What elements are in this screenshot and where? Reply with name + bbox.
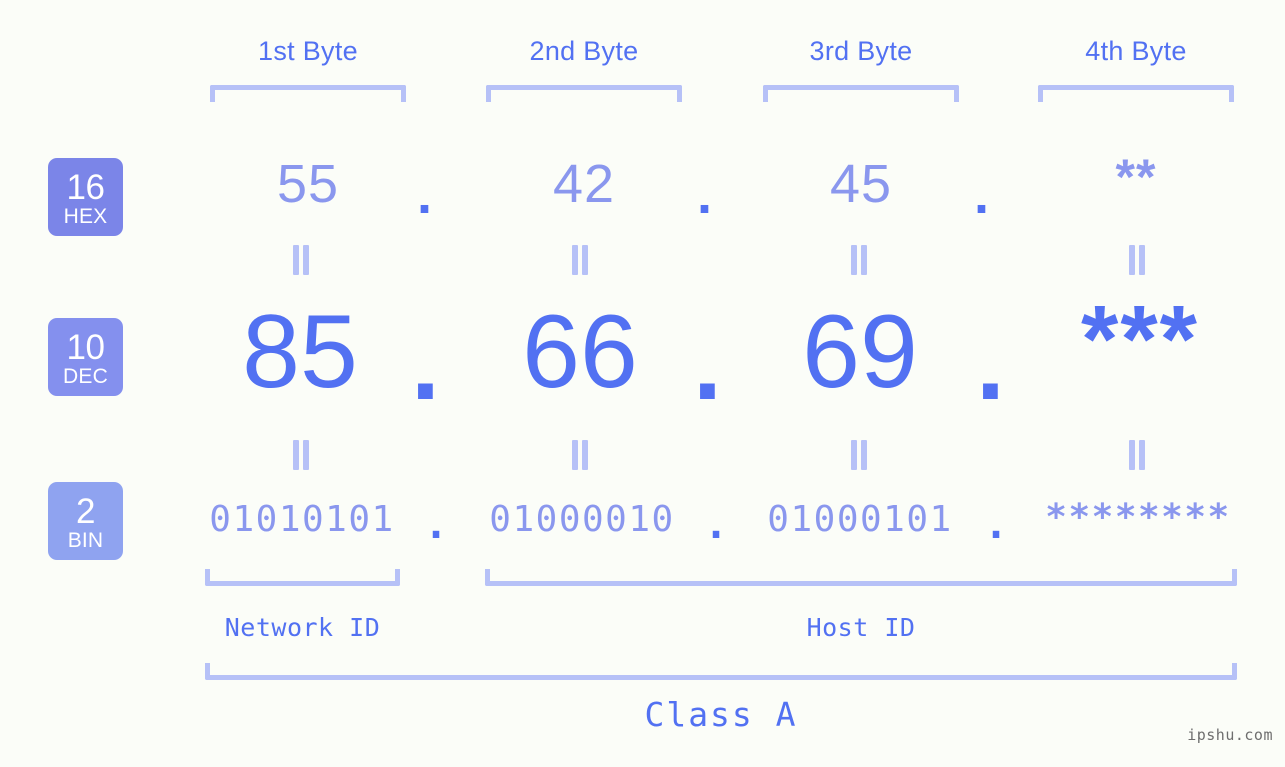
bin-separator-1: . <box>424 502 449 548</box>
base-badge-hex-number: 16 <box>66 167 105 207</box>
hex-separator-2: . <box>697 165 713 225</box>
base-badge-bin-number: 2 <box>76 491 95 531</box>
base-badge-hex-name: HEX <box>63 204 108 228</box>
byte-header-label-1: 1st Byte <box>258 36 358 66</box>
byte-header-label-2: 2nd Byte <box>529 36 639 66</box>
bin-octet-1: 01010101 <box>209 499 395 540</box>
base-badge-bin-name: BIN <box>67 528 104 552</box>
network-id-label: Network ID <box>224 613 381 642</box>
base-badge-dec-number: 10 <box>66 327 105 367</box>
base-badge-dec-name: DEC <box>63 364 108 388</box>
hex-octet-4: ** <box>1115 149 1157 205</box>
hex-octet-3: 45 <box>829 154 893 214</box>
equals-marker-hex-dec-4 <box>1128 245 1146 275</box>
base-badge-hex: 16 HEX <box>48 158 123 236</box>
byte-header-label-4: 4th Byte <box>1085 36 1187 66</box>
dec-separator-3: . <box>976 306 1005 422</box>
dec-octet-1: 85 <box>242 294 358 410</box>
equals-marker-dec-bin-1 <box>292 440 310 470</box>
equals-marker-dec-bin-3 <box>850 440 868 470</box>
byte-header-label-3: 3rd Byte <box>809 36 913 66</box>
hex-separator-3: . <box>974 165 990 225</box>
bin-separator-3: . <box>984 502 1009 548</box>
equals-marker-hex-dec-2 <box>571 245 589 275</box>
bin-octet-2: 01000010 <box>489 499 675 540</box>
class-bracket <box>205 663 1237 680</box>
bin-octet-3: 01000101 <box>767 499 953 540</box>
bin-separator-2: . <box>704 502 729 548</box>
base-badge-bin: 2 BIN <box>48 482 123 560</box>
host-id-bracket <box>485 569 1237 586</box>
hex-separator-1: . <box>417 165 433 225</box>
dec-octet-4: *** <box>1080 286 1200 393</box>
host-id-label: Host ID <box>806 613 916 642</box>
byte-bracket-4 <box>1038 85 1234 102</box>
byte-bracket-2 <box>486 85 682 102</box>
hex-octet-1: 55 <box>276 154 340 214</box>
equals-marker-dec-bin-4 <box>1128 440 1146 470</box>
hex-octet-2: 42 <box>552 154 616 214</box>
equals-marker-dec-bin-2 <box>571 440 589 470</box>
base-badge-dec: 10 DEC <box>48 318 123 396</box>
bin-octet-4: ******** <box>1045 497 1231 538</box>
dec-separator-1: . <box>411 306 440 422</box>
dec-octet-3: 69 <box>802 294 918 410</box>
network-id-bracket <box>205 569 400 586</box>
dec-octet-2: 66 <box>522 294 638 410</box>
watermark: ipshu.com <box>1187 726 1273 744</box>
dec-separator-2: . <box>693 306 722 422</box>
ip-breakdown-diagram: 1st Byte 2nd Byte 3rd Byte 4th Byte 16 H… <box>0 0 1285 767</box>
equals-marker-hex-dec-3 <box>850 245 868 275</box>
equals-marker-hex-dec-1 <box>292 245 310 275</box>
class-label: Class A <box>644 695 798 734</box>
byte-bracket-1 <box>210 85 406 102</box>
byte-bracket-3 <box>763 85 959 102</box>
